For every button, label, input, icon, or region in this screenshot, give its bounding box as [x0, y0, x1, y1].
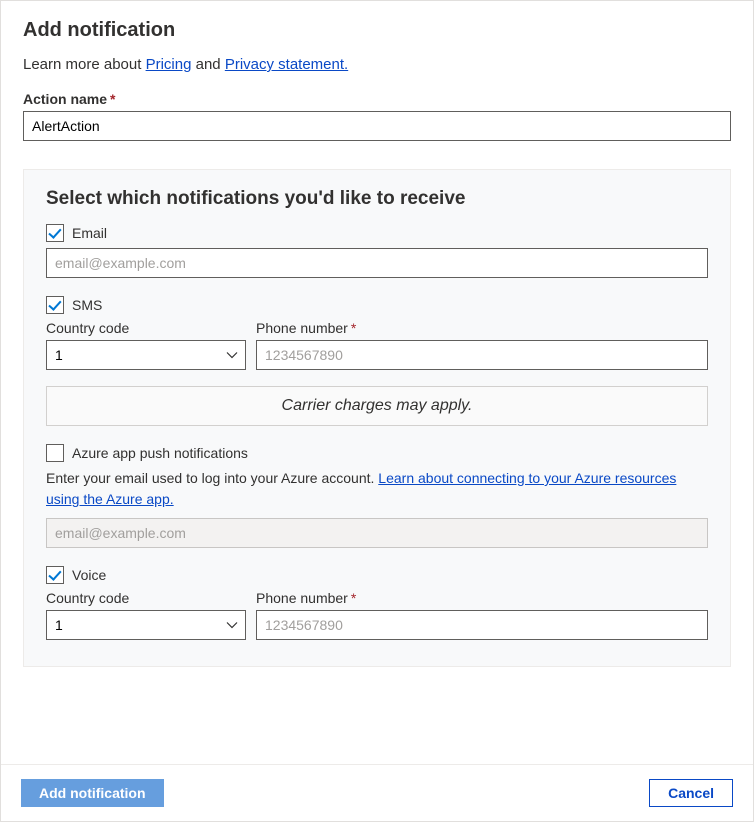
- voice-group: Voice Country code 1 Ph: [46, 566, 708, 640]
- add-notification-button[interactable]: Add notification: [21, 779, 164, 807]
- page-title: Add notification: [23, 19, 731, 42]
- email-input[interactable]: [46, 248, 708, 278]
- azure-push-checkbox[interactable]: [46, 444, 64, 462]
- email-checkbox[interactable]: [46, 224, 64, 242]
- voice-country-code-select[interactable]: 1: [46, 610, 246, 640]
- sms-phone-label-text: Phone number: [256, 320, 348, 336]
- email-group: Email: [46, 224, 708, 278]
- azure-push-helper: Enter your email used to log into your A…: [46, 468, 708, 510]
- learn-and: and: [196, 56, 225, 73]
- carrier-notice: Carrier charges may apply.: [46, 386, 708, 426]
- voice-checkbox[interactable]: [46, 566, 64, 584]
- footer: Add notification Cancel: [1, 764, 753, 821]
- learn-prefix: Learn more about: [23, 56, 146, 73]
- sms-group: SMS Country code 1 Phon: [46, 296, 708, 426]
- required-asterisk: *: [110, 91, 115, 107]
- pricing-link[interactable]: Pricing: [146, 56, 192, 73]
- sms-checkbox-label: SMS: [72, 297, 102, 313]
- azure-push-group: Azure app push notifications Enter your …: [46, 444, 708, 548]
- voice-country-code-label: Country code: [46, 590, 246, 606]
- action-name-label: Action name*: [23, 91, 731, 107]
- required-asterisk: *: [351, 590, 356, 606]
- azure-push-checkbox-label: Azure app push notifications: [72, 445, 248, 461]
- cancel-button[interactable]: Cancel: [649, 779, 733, 807]
- voice-checkbox-label: Voice: [72, 567, 106, 583]
- voice-phone-label-text: Phone number: [256, 590, 348, 606]
- privacy-link[interactable]: Privacy statement.: [225, 56, 348, 73]
- azure-push-email-input: [46, 518, 708, 548]
- sms-checkbox[interactable]: [46, 296, 64, 314]
- sms-country-code-label: Country code: [46, 320, 246, 336]
- learn-more-row: Learn more about Pricing and Privacy sta…: [23, 56, 731, 73]
- notifications-panel: Select which notifications you'd like to…: [23, 169, 731, 667]
- action-name-input[interactable]: [23, 111, 731, 141]
- sms-phone-input[interactable]: [256, 340, 708, 370]
- sms-country-code-select[interactable]: 1: [46, 340, 246, 370]
- required-asterisk: *: [351, 320, 356, 336]
- sms-phone-label: Phone number*: [256, 320, 708, 336]
- action-name-label-text: Action name: [23, 91, 107, 107]
- azure-push-helper-prefix: Enter your email used to log into your A…: [46, 470, 378, 486]
- email-checkbox-label: Email: [72, 225, 107, 241]
- voice-phone-input[interactable]: [256, 610, 708, 640]
- voice-phone-label: Phone number*: [256, 590, 708, 606]
- section-title: Select which notifications you'd like to…: [46, 188, 708, 210]
